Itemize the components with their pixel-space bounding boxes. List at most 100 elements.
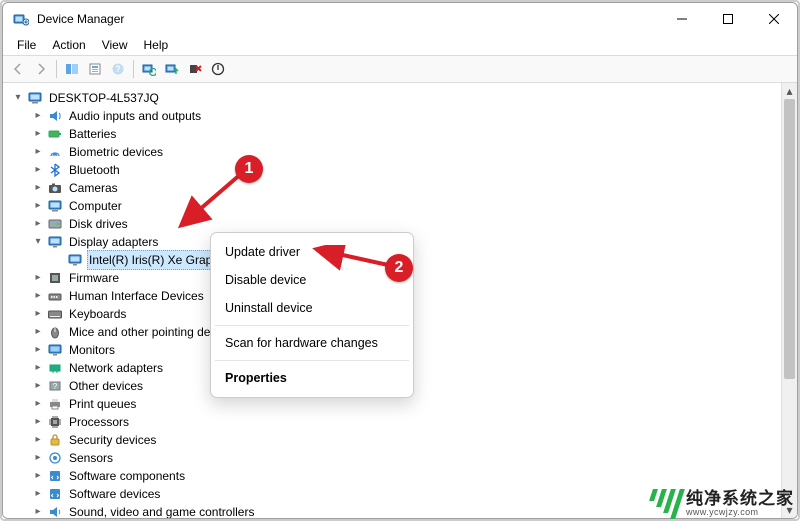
- security-icon: [47, 432, 63, 448]
- show-hide-tree-button[interactable]: [61, 58, 83, 80]
- camera-icon: [47, 180, 63, 196]
- tree-label: Sound, video and game controllers: [67, 503, 256, 518]
- tree-label: Bluetooth: [67, 161, 122, 179]
- tree-category-node[interactable]: ▸ Batteries: [31, 125, 781, 143]
- chevron-right-icon[interactable]: ▸: [31, 145, 45, 159]
- tree-category-node[interactable]: ▸Audio inputs and outputs: [31, 107, 781, 125]
- software-icon: [47, 468, 63, 484]
- network-icon: [47, 360, 63, 376]
- tree-device-node-selected[interactable]: Intel(R) Iris(R) Xe Graphics: [51, 251, 781, 269]
- tree-category-node[interactable]: ▸ Disk drives: [31, 215, 781, 233]
- chevron-right-icon[interactable]: ▸: [31, 127, 45, 141]
- tree-label: Network adapters: [67, 359, 165, 377]
- chevron-right-icon[interactable]: ▸: [31, 469, 45, 483]
- svg-text:?: ?: [115, 64, 121, 74]
- chevron-right-icon[interactable]: ▸: [31, 109, 45, 123]
- tree-label: Disk drives: [67, 215, 130, 233]
- watermark-bars-icon: [651, 489, 680, 519]
- printer-icon: [47, 396, 63, 412]
- chevron-right-icon[interactable]: ▸: [31, 487, 45, 501]
- context-disable-device[interactable]: Disable device: [211, 266, 413, 294]
- help-toolbar-button[interactable]: ?: [107, 58, 129, 80]
- chevron-down-icon[interactable]: ▾: [11, 91, 25, 105]
- chevron-down-icon[interactable]: ▾: [31, 235, 45, 249]
- tree-label: Print queues: [67, 395, 138, 413]
- context-uninstall-device[interactable]: Uninstall device: [211, 294, 413, 322]
- context-update-driver[interactable]: Update driver: [211, 238, 413, 266]
- chevron-right-icon[interactable]: ▸: [31, 271, 45, 285]
- context-properties[interactable]: Properties: [211, 364, 413, 392]
- chevron-right-icon[interactable]: ▸: [31, 199, 45, 213]
- chevron-right-icon[interactable]: ▸: [31, 505, 45, 518]
- disable-device-toolbar-button[interactable]: [207, 58, 229, 80]
- chevron-right-icon[interactable]: ▸: [31, 163, 45, 177]
- chevron-right-icon[interactable]: ▸: [31, 181, 45, 195]
- context-menu: Update driver Disable device Uninstall d…: [210, 232, 414, 398]
- menu-file[interactable]: File: [9, 36, 44, 54]
- tree-label: Software components: [67, 467, 187, 485]
- minimize-button[interactable]: [659, 3, 705, 35]
- menu-view[interactable]: View: [94, 36, 136, 54]
- svg-text:?: ?: [53, 382, 58, 391]
- chevron-right-icon[interactable]: ▸: [31, 289, 45, 303]
- chevron-right-icon[interactable]: ▸: [31, 415, 45, 429]
- context-separator: [215, 360, 409, 361]
- chevron-right-icon[interactable]: ▸: [31, 217, 45, 231]
- tree-category-node[interactable]: ▸ Security devices: [31, 431, 781, 449]
- scroll-up-button[interactable]: ▴: [782, 83, 797, 99]
- vertical-scrollbar[interactable]: ▴ ▾: [781, 83, 797, 518]
- tree-label: Monitors: [67, 341, 117, 359]
- menu-bar: File Action View Help: [3, 35, 797, 55]
- nav-forward-button[interactable]: [30, 58, 52, 80]
- bluetooth-icon: [47, 162, 63, 178]
- tree-category-node[interactable]: ▸ Computer: [31, 197, 781, 215]
- close-button[interactable]: [751, 3, 797, 35]
- menu-help[interactable]: Help: [136, 36, 177, 54]
- nav-back-button[interactable]: [7, 58, 29, 80]
- tree-label: Computer: [67, 197, 124, 215]
- uninstall-device-toolbar-button[interactable]: [184, 58, 206, 80]
- chevron-right-icon[interactable]: ▸: [31, 433, 45, 447]
- tree-category-node[interactable]: ▸Cameras: [31, 179, 781, 197]
- tree-label: DESKTOP-4L537JQ: [47, 89, 161, 107]
- scroll-thumb[interactable]: [784, 99, 795, 379]
- annotation-badge-1: 1: [235, 155, 263, 183]
- context-scan-changes[interactable]: Scan for hardware changes: [211, 329, 413, 357]
- watermark: 纯净系统之家 www.ycwjzy.com: [651, 489, 794, 519]
- tree-label: Batteries: [67, 125, 118, 143]
- context-separator: [215, 325, 409, 326]
- maximize-button[interactable]: [705, 3, 751, 35]
- tree-category-node[interactable]: ▸ Bluetooth: [31, 161, 781, 179]
- chevron-right-icon[interactable]: ▸: [31, 325, 45, 339]
- update-driver-toolbar-button[interactable]: [161, 58, 183, 80]
- tree-category-node[interactable]: ▸Processors: [31, 413, 781, 431]
- tree-root-node[interactable]: ▾ DESKTOP-4L537JQ: [11, 89, 781, 107]
- monitor-icon: [47, 342, 63, 358]
- watermark-text: 纯净系统之家: [686, 490, 794, 508]
- tree-label: Sensors: [67, 449, 115, 467]
- software-icon: [47, 486, 63, 502]
- tree-label: Human Interface Devices: [67, 287, 206, 305]
- tree-label: Display adapters: [67, 233, 160, 251]
- disk-icon: [47, 216, 63, 232]
- watermark-url: www.ycwjzy.com: [686, 508, 794, 517]
- tree-category-node[interactable]: ▸Biometric devices: [31, 143, 781, 161]
- toolbar: ?: [3, 55, 797, 83]
- chevron-right-icon[interactable]: ▸: [31, 451, 45, 465]
- tree-category-node[interactable]: ▸ Software components: [31, 467, 781, 485]
- tree-label: Mice and other pointing devi: [67, 323, 221, 341]
- mouse-icon: [47, 324, 63, 340]
- chevron-right-icon[interactable]: ▸: [31, 307, 45, 321]
- chevron-right-icon[interactable]: ▸: [31, 343, 45, 357]
- scan-hardware-button[interactable]: [138, 58, 160, 80]
- tree-category-node[interactable]: ▸ Sensors: [31, 449, 781, 467]
- properties-toolbar-button[interactable]: [84, 58, 106, 80]
- biometric-icon: [47, 144, 63, 160]
- computer-icon: [47, 198, 63, 214]
- display-icon: [67, 252, 83, 268]
- menu-action[interactable]: Action: [44, 36, 93, 54]
- chevron-right-icon[interactable]: ▸: [31, 379, 45, 393]
- chevron-right-icon[interactable]: ▸: [31, 361, 45, 375]
- tree-label: Security devices: [67, 431, 158, 449]
- chevron-right-icon[interactable]: ▸: [31, 397, 45, 411]
